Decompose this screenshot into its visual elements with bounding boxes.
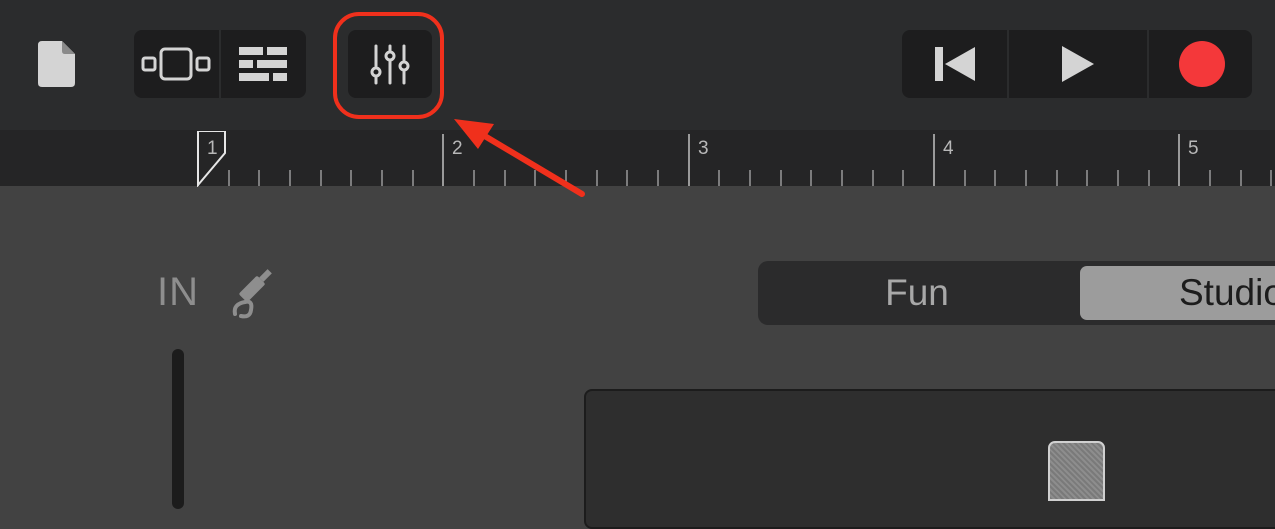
timeline-ruler[interactable]: 1 2 3 4 5: [0, 130, 1275, 187]
mixer-sliders-icon: [370, 44, 410, 85]
rewind-button[interactable]: [902, 30, 1007, 98]
mode-selector: Fun Studio: [758, 261, 1275, 325]
bar-number: 2: [452, 138, 463, 159]
bar-number: 4: [943, 138, 954, 159]
audio-jack-icon: [232, 269, 272, 319]
input-level-meter: [172, 349, 184, 509]
microphone-icon[interactable]: [1048, 441, 1105, 501]
tracks-view-icon: [141, 47, 211, 81]
record-button[interactable]: [1149, 30, 1254, 98]
mixer-button[interactable]: [348, 30, 432, 98]
input-label: IN: [157, 270, 199, 314]
tracks-view-button[interactable]: [134, 30, 218, 98]
play-icon: [1062, 46, 1094, 82]
instrument-view-button[interactable]: [221, 30, 305, 98]
mode-option-studio[interactable]: Studio: [1080, 266, 1275, 320]
transport-controls: [902, 30, 1252, 98]
ruler-ticks: [197, 134, 1272, 186]
instrument-view-icon: [239, 47, 287, 81]
bar-number: 5: [1188, 138, 1199, 159]
view-switcher: [134, 30, 306, 98]
bar-number: 1: [207, 138, 218, 159]
top-toolbar: [0, 0, 1275, 130]
rewind-icon: [934, 47, 975, 81]
play-button[interactable]: [1009, 30, 1147, 98]
preview-panel: [584, 389, 1275, 529]
document-icon[interactable]: [38, 41, 75, 87]
mode-option-fun[interactable]: Fun: [758, 261, 1076, 325]
bar-number: 3: [698, 138, 709, 159]
record-icon: [1178, 41, 1225, 87]
